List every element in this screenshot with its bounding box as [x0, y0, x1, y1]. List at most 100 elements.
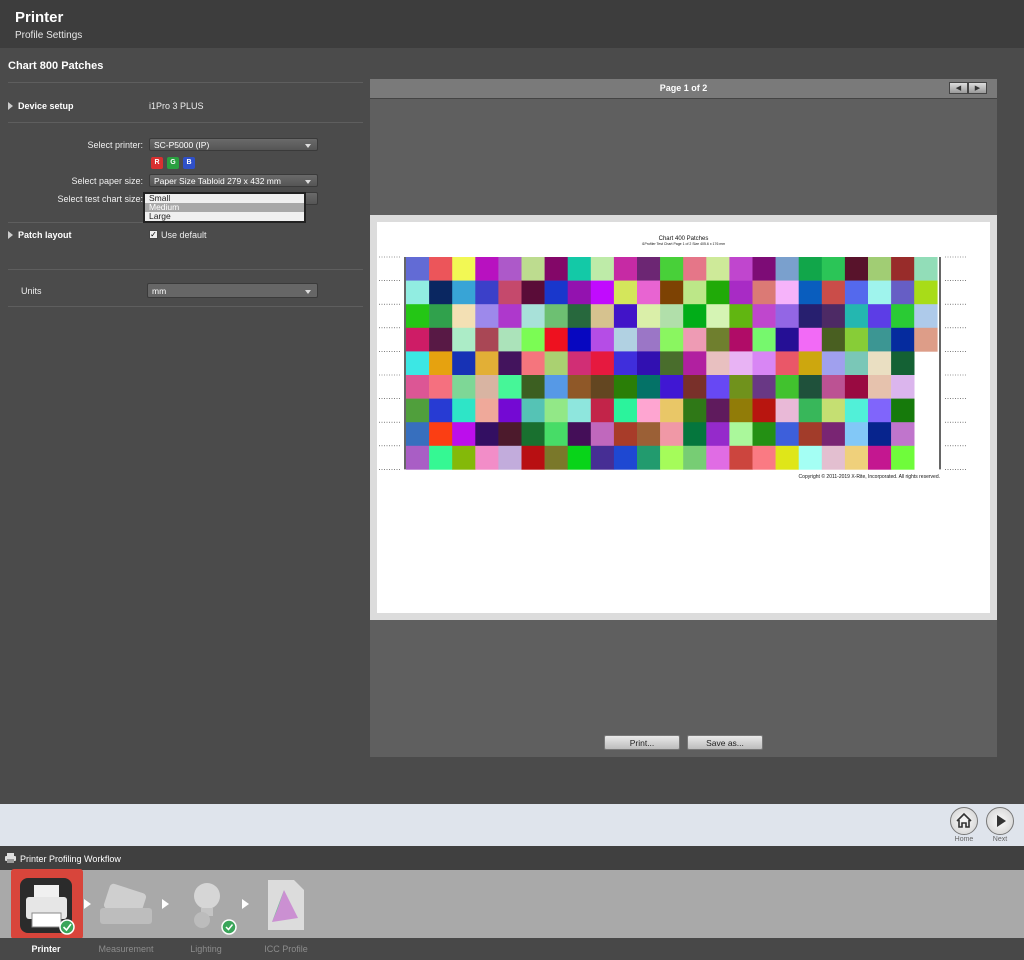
color-patch [775, 280, 799, 305]
color-patch [429, 422, 453, 447]
chevron-down-icon [305, 290, 311, 294]
chart-copyright: Copyright © 2011-2019 X-Rite, Incorporat… [798, 474, 940, 480]
preview-header: Page 1 of 2 ◀ ▶ [370, 79, 997, 99]
channel-r-icon: R [151, 157, 163, 169]
color-patch [683, 351, 707, 376]
device-setup-toggle[interactable]: Device setup [8, 101, 74, 111]
units-dropdown[interactable]: mm [147, 283, 318, 298]
color-patch [637, 351, 661, 376]
color-patch [613, 327, 638, 352]
select-chart-size-label: Select test chart size: [57, 194, 143, 204]
select-paper-label: Select paper size: [71, 176, 143, 186]
color-patch [590, 304, 615, 329]
step-lighting-label[interactable]: Lighting [161, 944, 251, 954]
measurement-icon[interactable] [96, 878, 156, 930]
color-patch [498, 257, 522, 281]
color-patch [844, 280, 869, 305]
color-patch [521, 257, 545, 281]
select-paper-dropdown[interactable]: Paper Size Tabloid 279 x 432 mm [149, 174, 318, 187]
color-patch [844, 257, 869, 281]
home-icon [956, 812, 972, 828]
step-printer-label[interactable]: Printer [1, 944, 91, 954]
color-patch [660, 422, 684, 447]
workflow-bar: Printer Profiling Workflow [0, 846, 1024, 870]
color-patch [590, 351, 615, 376]
color-patch [475, 351, 499, 376]
color-patch [406, 280, 430, 305]
color-patch [475, 304, 499, 329]
disclosure-triangle-icon [8, 231, 13, 239]
next-button[interactable] [986, 807, 1014, 835]
chevron-down-icon [305, 180, 311, 184]
color-patch [706, 351, 730, 376]
color-patch [406, 304, 430, 329]
select-printer-label: Select printer: [87, 140, 143, 150]
color-patch [660, 398, 684, 423]
color-patch [544, 351, 568, 376]
color-patch [729, 280, 753, 305]
color-patch [475, 280, 499, 305]
play-icon [997, 815, 1006, 827]
color-patch [868, 398, 892, 423]
color-patch [406, 257, 430, 281]
color-patch [590, 257, 615, 281]
color-patch [498, 304, 522, 329]
color-patch [660, 327, 684, 352]
color-patch [729, 304, 753, 329]
color-patch [798, 327, 823, 352]
print-button[interactable]: Print... [604, 735, 680, 750]
color-patch [683, 327, 707, 352]
lighting-icon[interactable] [180, 876, 240, 936]
color-patch [567, 257, 592, 281]
option-large[interactable]: Large [145, 212, 304, 221]
color-patch [590, 398, 615, 423]
icc-profile-icon[interactable] [264, 878, 308, 932]
units-label: Units [21, 286, 42, 296]
step-measurement-label[interactable]: Measurement [81, 944, 171, 954]
color-patch [706, 304, 730, 329]
color-patch [775, 398, 799, 423]
home-button[interactable] [950, 807, 978, 835]
step-icc-profile-label[interactable]: ICC Profile [241, 944, 331, 954]
color-patch [637, 445, 661, 470]
color-patch [706, 422, 730, 447]
color-patch [498, 375, 522, 399]
color-patch [544, 280, 568, 305]
color-patch [683, 280, 707, 305]
color-patch [891, 280, 915, 305]
color-patch [590, 375, 615, 399]
color-patch [798, 398, 823, 423]
color-patch [498, 398, 522, 423]
color-patch [521, 280, 545, 305]
color-patch [406, 375, 430, 399]
divider [8, 269, 363, 270]
color-patch [637, 327, 661, 352]
color-patch [683, 445, 707, 470]
step-printer-tile[interactable] [11, 869, 83, 939]
divider [8, 82, 363, 83]
color-patch [868, 422, 892, 447]
use-default-checkbox[interactable]: ✓ [149, 230, 158, 239]
save-as-button[interactable]: Save as... [687, 735, 763, 750]
color-patch [891, 327, 915, 352]
color-patch [729, 398, 753, 423]
device-setup-label: Device setup [18, 101, 74, 111]
navigation-strip [0, 804, 1024, 846]
color-patch [452, 375, 476, 399]
color-patch [521, 304, 545, 329]
color-patch [521, 398, 545, 423]
prev-page-button[interactable]: ◀ [949, 82, 968, 94]
color-patch [498, 445, 522, 470]
color-patch [567, 445, 592, 470]
color-patch [567, 351, 592, 376]
color-patch [637, 304, 661, 329]
select-printer-dropdown[interactable]: SC-P5000 (IP) [149, 138, 318, 151]
color-patch [429, 351, 453, 376]
color-patch [498, 422, 522, 447]
patch-layout-toggle[interactable]: Patch layout [8, 230, 72, 240]
next-page-button[interactable]: ▶ [968, 82, 987, 94]
color-patch [613, 257, 638, 281]
color-patch [868, 445, 892, 470]
color-patch [706, 280, 730, 305]
color-patch [475, 327, 499, 352]
